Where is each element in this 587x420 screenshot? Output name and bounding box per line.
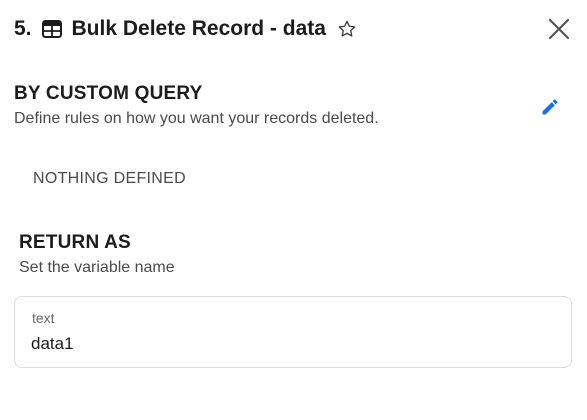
close-icon: [548, 18, 570, 40]
close-button[interactable]: [545, 15, 573, 43]
panel-title: Bulk Delete Record - data: [71, 17, 326, 40]
custom-query-title: BY CUSTOM QUERY: [14, 83, 203, 104]
panel-header: 5. Bulk Delete Record - data: [14, 12, 573, 46]
edit-query-button[interactable]: [539, 96, 561, 118]
table-icon: [41, 18, 63, 40]
empty-query-state: NOTHING DEFINED: [33, 170, 186, 187]
return-as-subtitle: Set the variable name: [19, 259, 175, 276]
pencil-icon: [542, 99, 558, 115]
step-number: 5.: [14, 17, 32, 40]
variable-name-input[interactable]: [31, 332, 551, 356]
star-outline-icon: [338, 20, 356, 37]
return-as-title: RETURN AS: [19, 232, 131, 253]
variable-name-label: text: [32, 310, 55, 326]
custom-query-subtitle: Define rules on how you want your record…: [14, 110, 379, 127]
variable-name-field: text: [14, 296, 572, 368]
favorite-star-button[interactable]: [336, 18, 358, 40]
